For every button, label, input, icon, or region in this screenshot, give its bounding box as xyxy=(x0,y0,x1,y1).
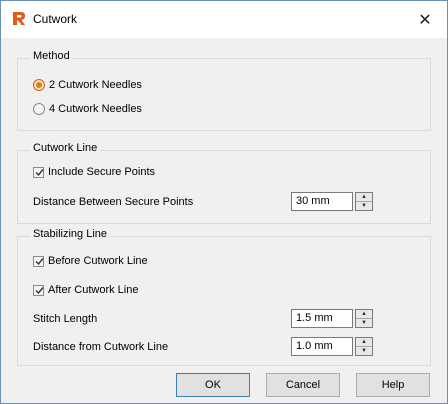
radio-2-cutwork-needles[interactable]: 2 Cutwork Needles xyxy=(33,79,142,91)
cancel-button[interactable]: Cancel xyxy=(266,373,340,397)
spin-up-icon[interactable]: ▲ xyxy=(356,338,372,347)
title-bar: Cutwork ✕ xyxy=(1,1,447,38)
radio-4-cutwork-needles[interactable]: 4 Cutwork Needles xyxy=(33,103,142,115)
after-cutwork-line-checkbox-row[interactable]: After Cutwork Line xyxy=(33,284,138,296)
checkbox-label: After Cutwork Line xyxy=(48,284,139,296)
radio-label: 2 Cutwork Needles xyxy=(49,79,142,91)
checkmark-icon xyxy=(35,257,44,265)
stitch-length-label: Stitch Length xyxy=(33,313,98,325)
checkmark-icon xyxy=(35,168,44,176)
stitch-length-spinner[interactable]: 1.5 mm ▲ ▼ xyxy=(291,309,373,328)
spinner-buttons: ▲ ▼ xyxy=(355,337,373,356)
checkmark-icon xyxy=(35,286,44,294)
spin-up-icon[interactable]: ▲ xyxy=(356,310,372,319)
spin-up-icon[interactable]: ▲ xyxy=(356,193,372,202)
include-secure-points-checkbox[interactable] xyxy=(33,166,44,178)
before-cutwork-line-checkbox-row[interactable]: Before Cutwork Line xyxy=(33,255,148,267)
window-title: Cutwork xyxy=(33,12,78,26)
spin-down-icon[interactable]: ▼ xyxy=(356,319,372,327)
radio-label: 4 Cutwork Needles xyxy=(49,103,142,115)
help-button[interactable]: Help xyxy=(356,373,430,397)
include-secure-points-checkbox-row[interactable]: Include Secure Points xyxy=(33,166,155,178)
distance-from-cutwork-line-input[interactable]: 1.0 mm xyxy=(291,337,353,356)
distance-from-cutwork-line-spinner[interactable]: 1.0 mm ▲ ▼ xyxy=(291,337,373,356)
cutwork-dialog: Cutwork ✕ Method 2 Cutwork Needles 4 Cut… xyxy=(0,0,448,404)
cutwork-line-group: Cutwork Line Include Secure Points Dista… xyxy=(17,142,431,224)
distance-secure-points-label: Distance Between Secure Points xyxy=(33,196,194,208)
checkbox-label: Before Cutwork Line xyxy=(48,255,148,267)
checkbox-label: Include Secure Points xyxy=(48,166,156,178)
close-button[interactable]: ✕ xyxy=(403,1,447,38)
radio-button[interactable] xyxy=(33,103,45,115)
app-icon xyxy=(11,11,27,27)
close-icon: ✕ xyxy=(418,11,432,29)
spin-down-icon[interactable]: ▼ xyxy=(356,202,372,210)
distance-secure-points-input[interactable]: 30 mm xyxy=(291,192,353,211)
spinner-buttons: ▲ ▼ xyxy=(355,309,373,328)
method-group: Method 2 Cutwork Needles 4 Cutwork Needl… xyxy=(17,50,431,131)
after-cutwork-line-checkbox[interactable] xyxy=(33,284,44,296)
radio-button-selected[interactable] xyxy=(33,79,45,91)
distance-from-cutwork-line-label: Distance from Cutwork Line xyxy=(33,341,169,353)
stabilizing-line-group: Stabilizing Line Before Cutwork Line Aft… xyxy=(17,228,431,366)
before-cutwork-line-checkbox[interactable] xyxy=(33,255,44,267)
spin-down-icon[interactable]: ▼ xyxy=(356,347,372,355)
method-group-title: Method xyxy=(30,50,73,62)
cutwork-line-group-title: Cutwork Line xyxy=(30,142,101,154)
stabilizing-line-group-title: Stabilizing Line xyxy=(30,228,110,240)
spinner-buttons: ▲ ▼ xyxy=(355,192,373,211)
stitch-length-input[interactable]: 1.5 mm xyxy=(291,309,353,328)
ok-button[interactable]: OK xyxy=(176,373,250,397)
distance-secure-points-spinner[interactable]: 30 mm ▲ ▼ xyxy=(291,192,373,211)
